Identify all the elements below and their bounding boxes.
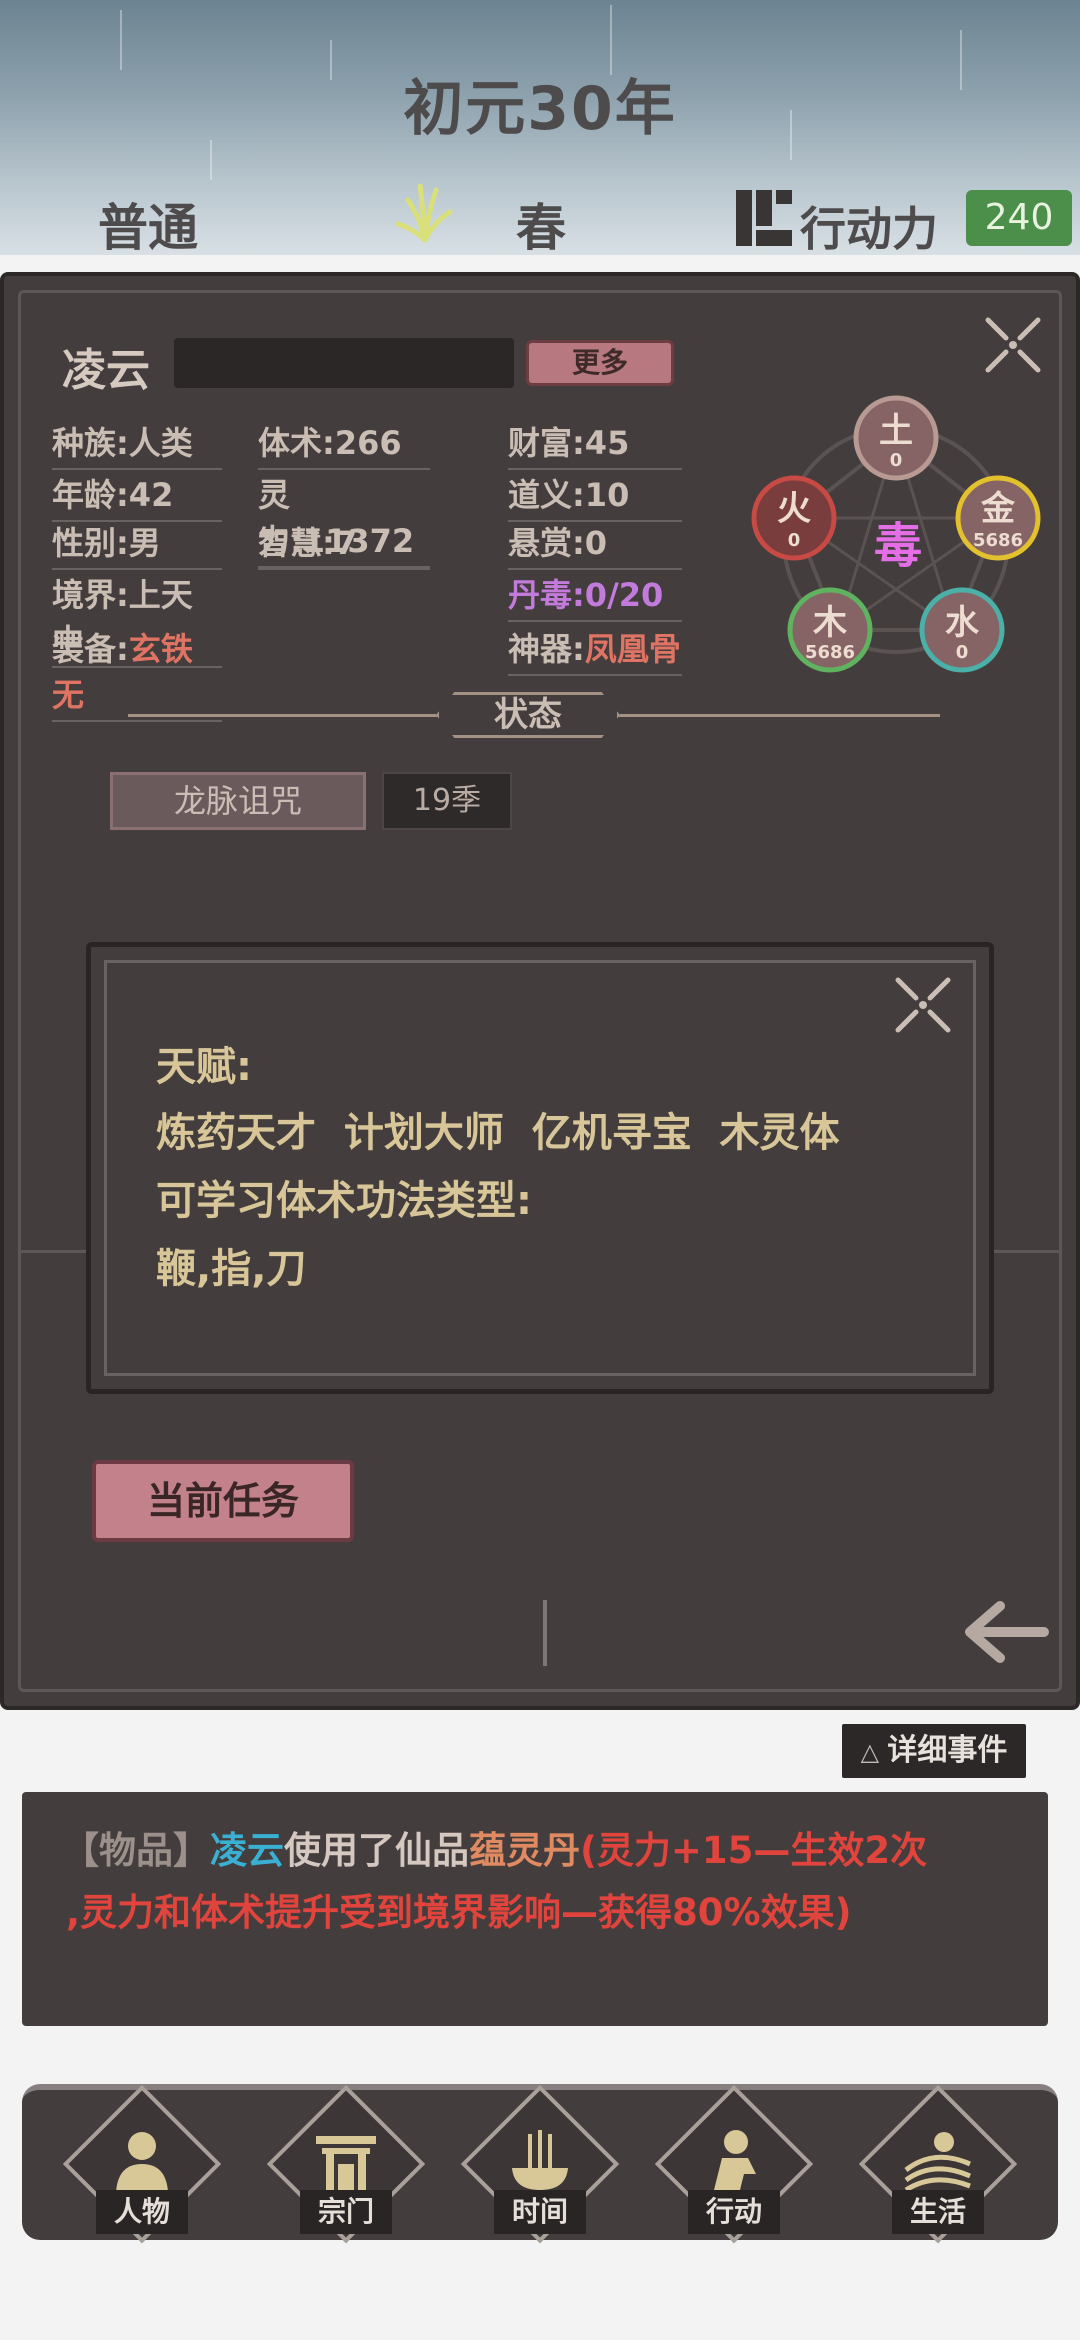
stat-virtue: 道义:10	[508, 470, 682, 522]
stat-equipment: 装备:玄铁无	[52, 624, 222, 722]
svg-text:0: 0	[890, 450, 903, 471]
name-bar	[174, 338, 514, 388]
metal-node: 金 5686	[955, 475, 1041, 561]
fire-node: 火 0	[751, 475, 837, 561]
talent-heading: 天赋:	[156, 1044, 252, 1090]
triangle-icon: △	[860, 1738, 888, 1766]
nav-person[interactable]: 人物	[62, 2084, 222, 2244]
back-arrow-icon[interactable]	[960, 1598, 1050, 1668]
detail-events-button[interactable]: △ 详细事件	[842, 1724, 1026, 1778]
water-node: 水 0	[919, 587, 1005, 673]
stat-bounty: 悬赏:0	[508, 518, 682, 570]
action-points-label: 行动力	[800, 202, 938, 256]
svg-text:木: 木	[812, 603, 847, 643]
status-divider-right	[618, 714, 940, 717]
season-label: 春	[516, 199, 566, 257]
action-icon	[714, 2130, 756, 2190]
spring-grass-icon	[395, 183, 453, 243]
sect-gate-icon	[316, 2136, 376, 2192]
status-divider-left	[128, 714, 438, 717]
person-icon	[116, 2132, 168, 2192]
five-elements-diagram: 土 0 火 0 金 5686 木 5686 水 0 毒	[751, 395, 1041, 673]
current-task-button[interactable]: 当前任务	[92, 1460, 354, 1542]
action-points-value: 240	[966, 190, 1072, 246]
stat-gender: 性别:男	[52, 518, 222, 570]
character-name: 凌云	[62, 345, 150, 396]
action-points-icon	[736, 190, 792, 246]
stat-race: 种族:人类	[52, 418, 222, 470]
life-icon	[904, 2132, 972, 2193]
nav-action[interactable]: 行动	[654, 2084, 814, 2244]
stat-wisdom: 智慧:7	[258, 518, 430, 570]
status-effect-duration: 19季	[382, 772, 512, 830]
svg-text:5686: 5686	[973, 530, 1023, 551]
nav-life[interactable]: 生活	[858, 2084, 1018, 2244]
svg-text:0: 0	[788, 530, 801, 551]
svg-text:土: 土	[879, 411, 913, 451]
nav-sect[interactable]: 宗门	[266, 2084, 426, 2244]
event-log: 【物品】凌云使用了仙品蕴灵丹(灵力+15—生效2次 ,灵力和体术提升受到境界影响…	[22, 1792, 1048, 2026]
stat-pill-poison: 丹毒:0/20	[508, 570, 682, 622]
log-line-2: ,灵力和体术提升受到境界影响—获得80%效果)	[66, 1891, 852, 1934]
stat-wealth: 财富:45	[508, 418, 682, 470]
earth-node: 土 0	[853, 395, 939, 481]
close-icon[interactable]	[982, 314, 1044, 376]
skill-types-list: 鞭,指,刀	[156, 1246, 307, 1292]
difficulty-mode: 普通	[98, 199, 198, 257]
poison-center-label: 毒	[874, 518, 922, 574]
nav-time[interactable]: 时间	[460, 2084, 620, 2244]
more-button[interactable]: 更多	[526, 340, 674, 386]
status-heading: 状态	[436, 692, 620, 738]
svg-text:金: 金	[980, 489, 1016, 529]
log-line-1: 【物品】凌云使用了仙品蕴灵丹(灵力+15—生效2次	[62, 1829, 928, 1872]
status-effect-name[interactable]: 龙脉诅咒	[110, 772, 366, 830]
stat-artifact: 神器:凤凰骨	[508, 624, 682, 676]
scroll-indicator	[543, 1600, 547, 1666]
wood-node: 木 5686	[787, 587, 873, 673]
svg-text:0: 0	[956, 642, 969, 663]
dialog-close-icon[interactable]	[892, 974, 954, 1036]
svg-text:5686: 5686	[805, 642, 855, 663]
incense-icon	[512, 2130, 568, 2190]
stat-age: 年龄:42	[52, 470, 222, 522]
svg-text:水: 水	[945, 603, 980, 643]
stat-body: 体术:266	[258, 418, 430, 470]
skill-types-heading: 可学习体术功法类型:	[156, 1178, 532, 1224]
talent-list: 炼药天才 计划大师 亿机寻宝 木灵体	[156, 1110, 840, 1156]
svg-text:火: 火	[777, 489, 811, 529]
year-title: 初元30年	[403, 74, 677, 144]
